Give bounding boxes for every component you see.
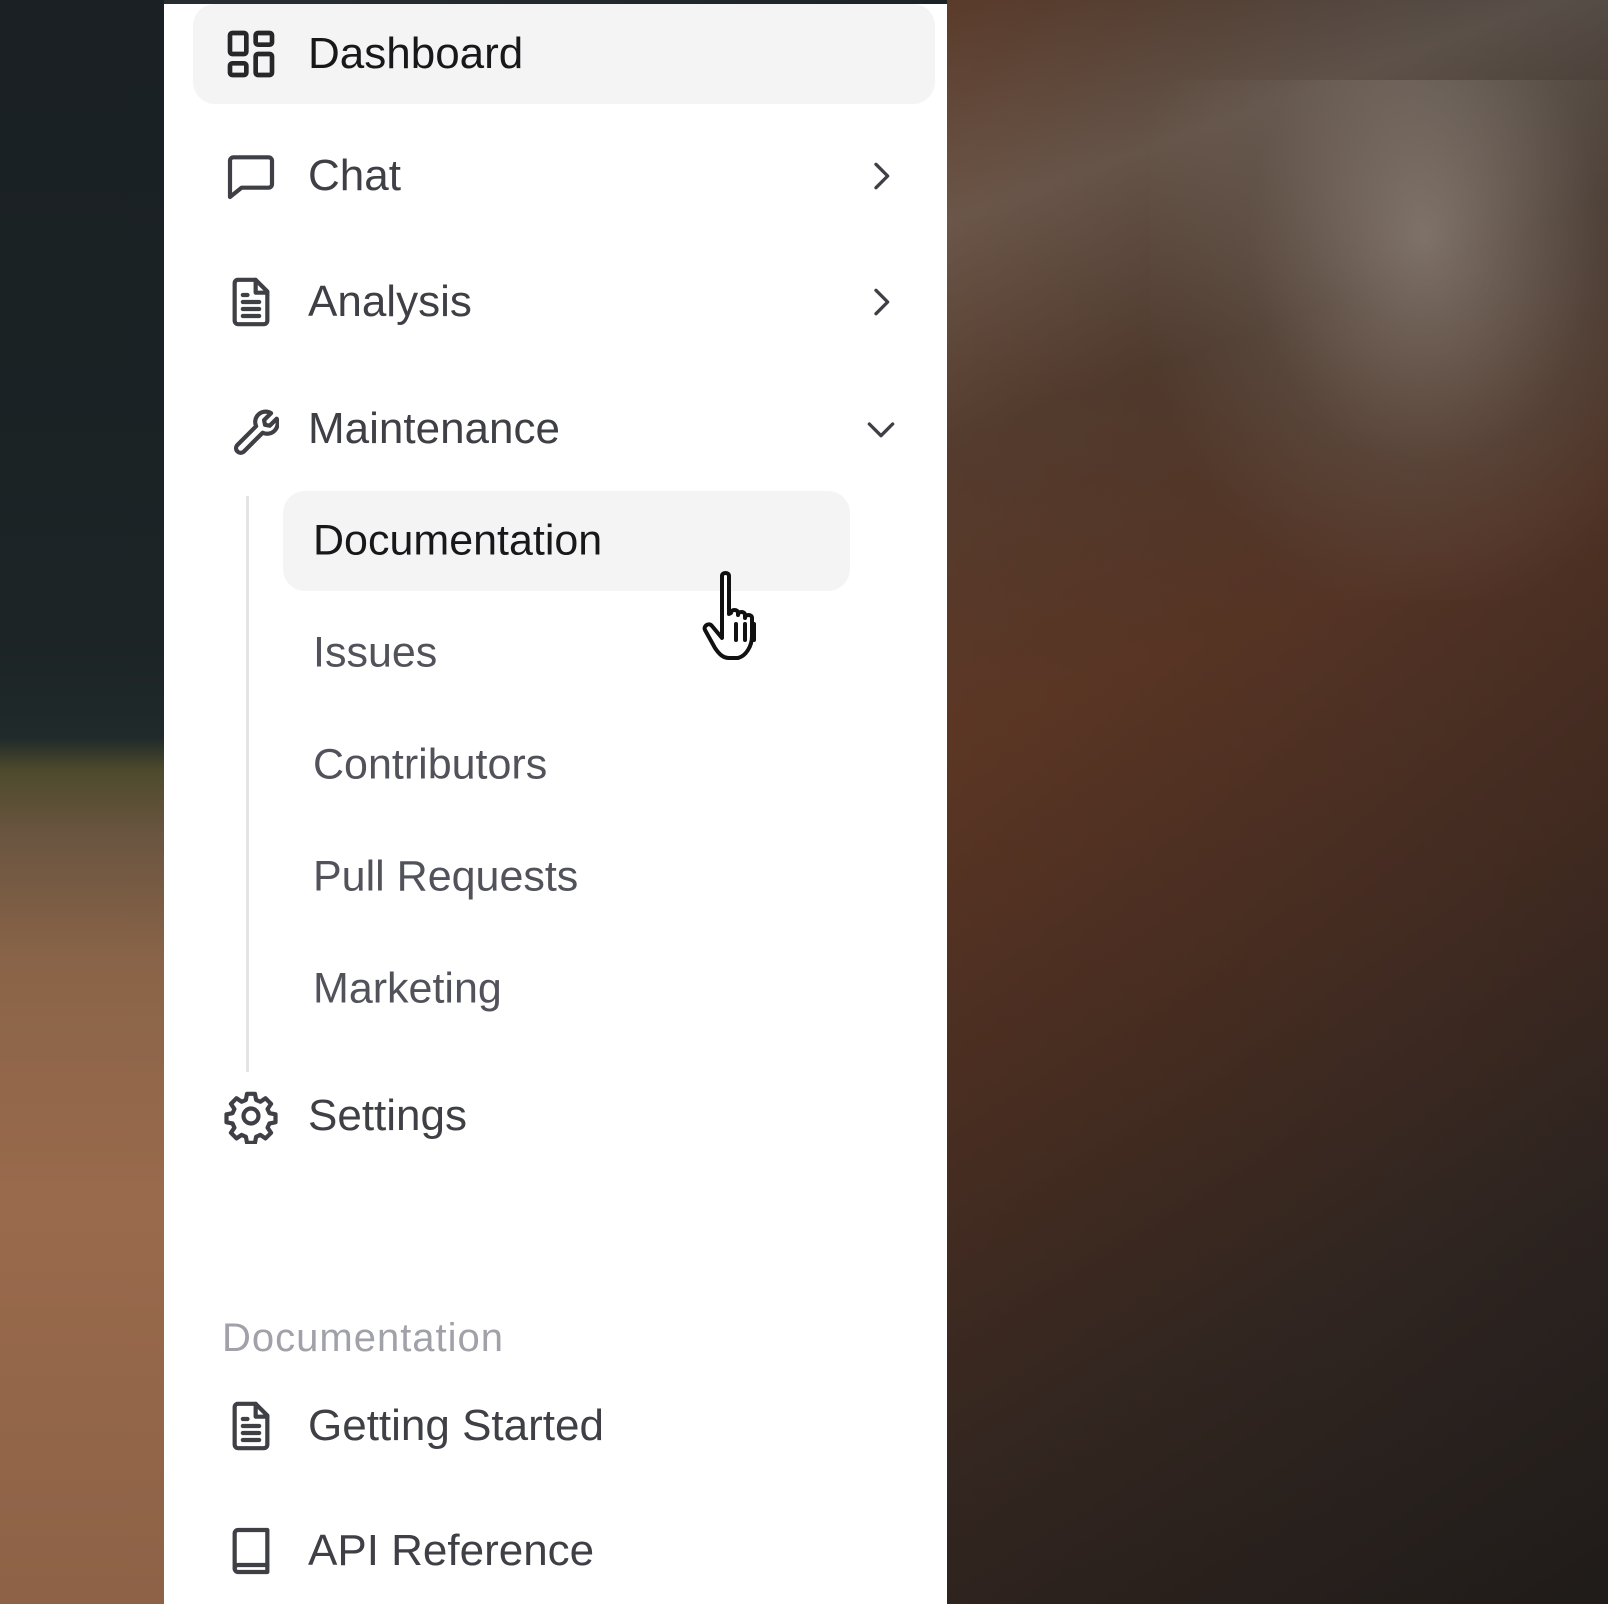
submenu-item-marketing[interactable]: Marketing — [283, 939, 850, 1039]
chat-bubble-icon — [223, 148, 279, 204]
section-title-documentation: Documentation — [222, 1316, 505, 1360]
sidebar-item-label: Dashboard — [308, 29, 524, 78]
sidebar-item-api-reference[interactable]: API Reference — [193, 1501, 935, 1601]
gear-icon — [223, 1088, 279, 1144]
submenu-item-label: Documentation — [313, 516, 603, 565]
sidebar-item-settings[interactable]: Settings — [193, 1066, 935, 1166]
sidebar-item-label: API Reference — [308, 1526, 595, 1575]
sidebar-item-maintenance[interactable]: Maintenance — [193, 379, 935, 479]
wallpaper-highlight — [1150, 80, 1608, 600]
submenu-item-label: Pull Requests — [313, 852, 579, 901]
pointer-cursor-icon — [700, 568, 790, 668]
document-icon — [223, 274, 279, 330]
submenu-item-contributors[interactable]: Contributors — [283, 715, 850, 815]
dashboard-grid-icon — [223, 26, 279, 82]
book-icon — [223, 1523, 279, 1579]
submenu-item-pull-requests[interactable]: Pull Requests — [283, 827, 850, 927]
submenu-item-label: Issues — [313, 628, 438, 677]
wrench-icon — [223, 401, 279, 457]
sidebar: Dashboard Chat Analysis Maintenance Docu… — [164, 4, 947, 1604]
sidebar-item-label: Settings — [308, 1091, 467, 1140]
sidebar-item-label: Chat — [308, 151, 401, 200]
chevron-right-icon — [861, 282, 901, 322]
submenu-item-label: Marketing — [313, 964, 502, 1013]
sidebar-item-label: Getting Started — [308, 1401, 604, 1450]
sidebar-item-chat[interactable]: Chat — [193, 126, 935, 226]
document-icon — [223, 1398, 279, 1454]
chevron-right-icon — [861, 156, 901, 196]
submenu-item-label: Contributors — [313, 740, 548, 789]
wallpaper-left-landscape — [0, 0, 164, 1604]
sidebar-item-label: Maintenance — [308, 404, 560, 453]
submenu-rail — [246, 496, 249, 1072]
sidebar-item-analysis[interactable]: Analysis — [193, 252, 935, 352]
chevron-down-icon — [861, 409, 901, 449]
sidebar-item-dashboard[interactable]: Dashboard — [193, 4, 935, 104]
sidebar-item-label: Analysis — [308, 277, 472, 326]
sidebar-item-getting-started[interactable]: Getting Started — [193, 1376, 935, 1476]
